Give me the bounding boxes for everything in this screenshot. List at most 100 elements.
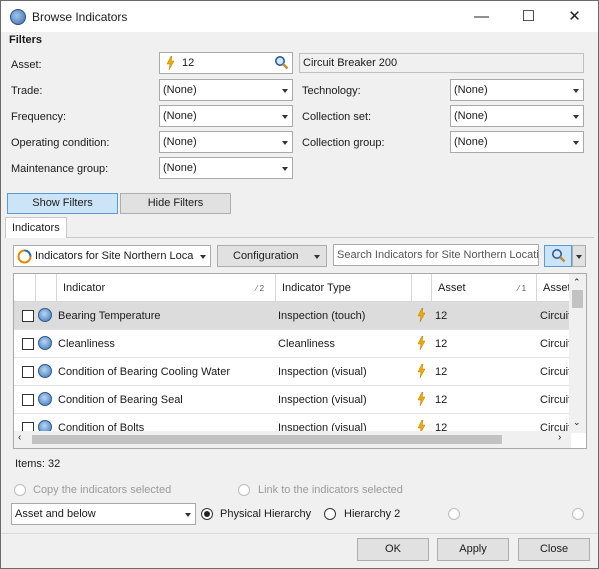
asset-label: Asset: <box>11 59 42 71</box>
maintenance-group-select-value: (None) <box>163 162 197 174</box>
indicator-search-placeholder: Search Indicators for Site Northern Loca… <box>337 249 539 261</box>
row-checkbox[interactable] <box>22 366 34 378</box>
browse-indicators-window: Browse Indicators — ☐ ✕ Filters Asset: 1… <box>0 0 599 569</box>
physical-hierarchy-radio[interactable] <box>201 508 213 520</box>
chevron-down-icon <box>282 115 288 119</box>
lightning-icon <box>417 336 426 350</box>
operating-condition-label: Operating condition: <box>11 137 110 149</box>
column-header-indicator-type[interactable]: Indicator Type <box>276 274 412 302</box>
asset-cell: 12 <box>435 310 448 322</box>
horizontal-scroll-thumb[interactable] <box>32 435 502 444</box>
chevron-down-icon <box>573 141 579 145</box>
app-icon <box>10 9 26 25</box>
indicators-grid: Indicator ⁄ 2 Indicator Type Asset ⁄ 1 A… <box>13 273 587 449</box>
column-header-indicator-type-label: Indicator Type <box>282 282 351 294</box>
asset-name-text: Circuit Breaker 200 <box>303 57 398 69</box>
collection-set-label: Collection set: <box>302 111 372 123</box>
window-title: Browse Indicators <box>32 10 128 24</box>
row-checkbox[interactable] <box>22 338 34 350</box>
indicator-gauge-icon <box>38 308 52 322</box>
vertical-scroll-thumb[interactable] <box>572 290 583 308</box>
scope-select-value: Asset and below <box>15 508 96 520</box>
hierarchy-3-radio[interactable] <box>448 508 460 520</box>
asset-name-cell: Circuit <box>540 366 572 378</box>
collection-group-select[interactable]: (None) <box>450 131 584 153</box>
technology-select-value: (None) <box>454 84 488 96</box>
scroll-left-icon[interactable]: ‹ <box>18 432 21 443</box>
column-header-asset-name-label: Asset <box>543 282 571 294</box>
column-header-indicator[interactable]: Indicator ⁄ 2 <box>57 274 276 302</box>
frequency-select[interactable]: (None) <box>159 105 293 127</box>
search-icon[interactable] <box>274 55 289 70</box>
scope-select[interactable]: Asset and below <box>11 503 196 525</box>
select-column-header[interactable] <box>14 274 36 302</box>
technology-select[interactable]: (None) <box>450 79 584 101</box>
collection-set-select[interactable]: (None) <box>450 105 584 127</box>
scroll-down-icon[interactable]: ⌄ <box>573 417 581 428</box>
hierarchy-4-radio[interactable] <box>572 508 584 520</box>
table-row[interactable]: Bearing Temperature Inspection (touch) 12 C… <box>14 302 571 330</box>
indicator-type-cell: Inspection (touch) <box>278 310 366 322</box>
column-header-asset[interactable]: Asset ⁄ 1 <box>432 274 537 302</box>
chevron-down-icon <box>314 255 320 259</box>
tab-indicators[interactable]: Indicators <box>5 217 67 238</box>
column-header-asset-icon[interactable] <box>412 274 432 302</box>
configuration-button[interactable]: Configuration <box>217 245 327 267</box>
sort-order-number: 2 <box>259 284 265 293</box>
asset-cell: 12 <box>435 366 448 378</box>
asset-cell: 12 <box>435 338 448 350</box>
table-row[interactable]: Condition of Bearing Seal Inspection (vis… <box>14 386 571 414</box>
vertical-scrollbar[interactable]: ⌃ ⌄ <box>569 274 586 433</box>
frequency-label: Frequency: <box>11 111 67 123</box>
indicator-search-input[interactable]: Search Indicators for Site Northern Loca… <box>333 244 539 266</box>
close-button[interactable]: Close <box>518 538 590 561</box>
search-options-button[interactable] <box>572 245 586 267</box>
indicator-gauge-icon <box>38 392 52 406</box>
indicator-gauge-icon <box>38 364 52 378</box>
operating-condition-select[interactable]: (None) <box>159 131 293 153</box>
maximize-button[interactable]: ☐ <box>506 1 551 32</box>
asset-input-value: 12 <box>182 57 195 69</box>
icon-column-header[interactable] <box>36 274 57 302</box>
row-checkbox[interactable] <box>22 394 34 406</box>
show-filters-button[interactable]: Show Filters <box>7 193 118 214</box>
hide-filters-button[interactable]: Hide Filters <box>120 193 231 214</box>
column-header-asset-label: Asset <box>438 282 466 294</box>
minimize-button[interactable]: — <box>459 1 504 32</box>
ok-button[interactable]: OK <box>357 538 429 561</box>
asset-input[interactable]: 12 <box>159 52 293 74</box>
indicator-cell: Bearing Temperature <box>58 310 161 322</box>
items-count: Items: 32 <box>15 458 61 470</box>
maintenance-group-select[interactable]: (None) <box>159 157 293 179</box>
close-window-button[interactable]: ✕ <box>552 1 597 32</box>
chevron-down-icon <box>200 255 206 259</box>
indicator-type-cell: Cleanliness <box>278 338 335 350</box>
table-row[interactable]: Cleanliness Cleanliness 12 Circuit <box>14 330 571 358</box>
scroll-up-icon[interactable]: ⌃ <box>573 277 581 288</box>
scroll-right-icon[interactable]: › <box>558 432 561 443</box>
link-indicators-radio[interactable] <box>238 484 250 496</box>
table-row[interactable]: Condition of Bearing Cooling Water Inspec… <box>14 358 571 386</box>
asset-name-display: Circuit Breaker 200 <box>299 53 584 73</box>
technology-label: Technology: <box>302 85 361 97</box>
title-bar: Browse Indicators — ☐ ✕ <box>1 1 598 32</box>
copy-indicators-radio[interactable] <box>14 484 26 496</box>
lightning-icon <box>417 308 426 322</box>
apply-button[interactable]: Apply <box>437 538 509 561</box>
horizontal-scrollbar[interactable]: ‹ › <box>14 431 571 448</box>
view-selector[interactable]: Indicators for Site Northern Loca <box>13 245 211 267</box>
indicator-cell: Condition of Bearing Cooling Water <box>58 366 231 378</box>
chevron-down-icon <box>282 167 288 171</box>
asset-cell: 12 <box>435 394 448 406</box>
indicator-type-cell: Inspection (visual) <box>278 394 367 406</box>
collection-group-select-value: (None) <box>454 136 488 148</box>
lightning-icon <box>417 392 426 406</box>
indicator-gauge-icon <box>38 336 52 350</box>
hierarchy-2-radio[interactable] <box>324 508 336 520</box>
search-button[interactable] <box>544 245 572 267</box>
row-checkbox[interactable] <box>22 310 34 322</box>
chevron-down-icon <box>576 255 582 259</box>
copy-indicators-label: Copy the indicators selected <box>33 484 172 496</box>
physical-hierarchy-label: Physical Hierarchy <box>220 508 312 520</box>
trade-select[interactable]: (None) <box>159 79 293 101</box>
